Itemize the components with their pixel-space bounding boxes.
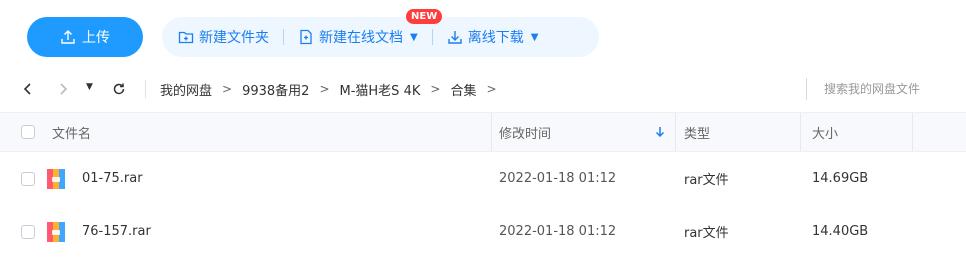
table-row[interactable]: 01-75.rar 2022-01-18 01:12 rar文件 14.69GB [0, 152, 966, 205]
file-name[interactable]: 76-157.rar [82, 205, 151, 258]
chevron-down-icon: ▼ [530, 31, 539, 43]
header-name[interactable]: 文件名 [52, 113, 91, 151]
offline-download-label: 离线下载 [467, 30, 524, 46]
new-folder-button[interactable]: 新建文件夹 [178, 27, 269, 47]
toolbar-divider [431, 29, 433, 45]
select-all-checkbox[interactable] [21, 125, 35, 139]
action-group: 新建文件夹 新建在线文档 ▼ 离线下载 ▼ NEW [162, 9, 599, 57]
upload-label: 上传 [82, 30, 110, 46]
file-modified: 2022-01-18 01:12 [499, 224, 617, 239]
row-checkbox-cell [21, 152, 35, 205]
header-size[interactable]: 大小 [812, 113, 838, 151]
chevron-left-icon [23, 83, 31, 95]
new-folder-label: 新建文件夹 [199, 30, 269, 46]
back-button[interactable] [17, 78, 39, 100]
history-dropdown-icon[interactable]: ▼ [86, 82, 93, 92]
chevron-right-icon [60, 83, 68, 95]
refresh-button[interactable] [108, 78, 130, 100]
file-modified: 2022-01-18 01:12 [499, 171, 617, 186]
table-row[interactable]: 76-157.rar 2022-01-18 01:12 rar文件 14.40G… [0, 205, 966, 258]
breadcrumb-item[interactable]: 我的网盘 [160, 80, 212, 99]
rar-archive-icon [46, 205, 66, 258]
breadcrumb-separator: > [319, 82, 330, 96]
header-modified[interactable]: 修改时间 [499, 113, 551, 151]
new-doc-icon [300, 29, 312, 45]
breadcrumb-item[interactable]: M-猫H老S 4K [340, 80, 421, 99]
forward-button[interactable] [52, 78, 74, 100]
divider [145, 80, 146, 98]
row-checkbox-cell [21, 205, 35, 258]
table-header: 文件名 修改时间 类型 大小 [0, 112, 966, 152]
breadcrumb-separator: > [222, 82, 233, 96]
divider [806, 78, 807, 100]
column-divider [491, 113, 492, 151]
column-divider [800, 113, 801, 151]
file-name[interactable]: 01-75.rar [82, 152, 143, 205]
upload-icon [61, 30, 75, 44]
refresh-icon [113, 83, 125, 95]
chevron-down-icon: ▼ [410, 31, 418, 43]
rar-archive-icon [46, 152, 66, 205]
toolbar: 上传 新建文件夹 新建在线文档 ▼ 离线下载 ▼ NEW [0, 0, 966, 66]
file-size: 14.40GB [812, 224, 869, 239]
new-badge: NEW [406, 9, 443, 24]
toolbar-divider [283, 29, 284, 45]
upload-button[interactable]: 上传 [27, 17, 143, 57]
file-type: rar文件 [684, 226, 729, 241]
breadcrumb-item-current[interactable]: 合集 [450, 80, 476, 99]
breadcrumb-separator: > [486, 82, 497, 96]
breadcrumb: 我的网盘 > 9938备用2 > M-猫H老S 4K > 合集 > [160, 66, 497, 112]
sort-desc-icon[interactable] [655, 113, 665, 151]
select-all-checkbox-cell [21, 113, 35, 151]
offline-download-button[interactable]: 离线下载 ▼ [447, 27, 539, 47]
search-input[interactable] [812, 76, 958, 102]
file-size: 14.69GB [812, 171, 869, 186]
file-type: rar文件 [684, 173, 729, 188]
breadcrumb-item[interactable]: 9938备用2 [242, 80, 309, 99]
download-icon [448, 31, 462, 44]
breadcrumb-bar: ▼ 我的网盘 > 9938备用2 > M-猫H老S 4K > 合集 > [0, 66, 966, 112]
header-type[interactable]: 类型 [684, 113, 710, 151]
breadcrumb-separator: > [430, 82, 441, 96]
new-online-doc-button[interactable]: 新建在线文档 ▼ [298, 27, 418, 47]
row-checkbox[interactable] [21, 171, 35, 186]
column-divider [912, 113, 913, 151]
column-divider [675, 113, 676, 151]
new-folder-icon [178, 31, 194, 44]
row-checkbox[interactable] [21, 224, 35, 239]
new-online-doc-label: 新建在线文档 [319, 30, 403, 46]
